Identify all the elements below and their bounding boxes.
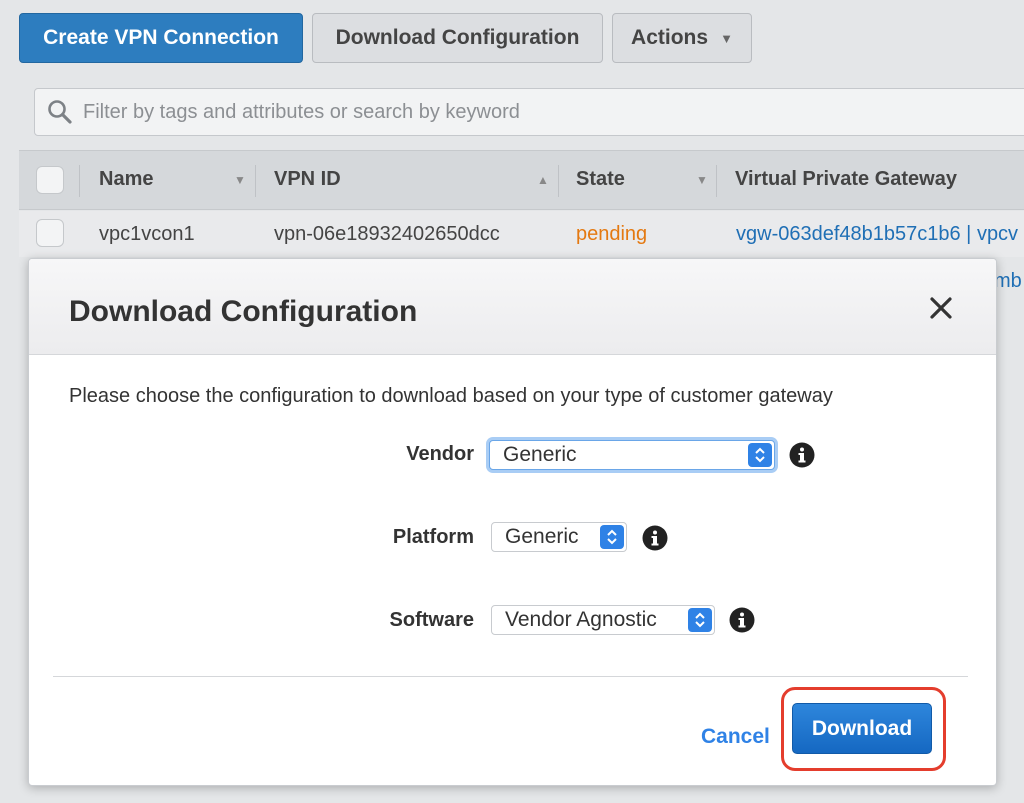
platform-select[interactable]: Generic [491, 522, 627, 552]
chevron-down-icon: ▼ [720, 30, 733, 46]
table-header: Name ▼ VPN ID ▲ State ▼ Virtual Private … [19, 150, 1024, 210]
stepper-icon [748, 443, 772, 467]
stepper-icon [600, 525, 624, 549]
column-divider [79, 165, 80, 197]
toolbar: Create VPN Connection Download Configura… [0, 0, 1024, 78]
dialog-header: Download Configuration [29, 259, 996, 355]
cell-name: vpc1vcon1 [99, 223, 195, 245]
software-select[interactable]: Vendor Agnostic [491, 605, 715, 635]
software-value: Vendor Agnostic [505, 608, 657, 631]
select-all-checkbox[interactable] [36, 166, 64, 194]
column-divider [716, 165, 717, 197]
column-header-state[interactable]: State [576, 168, 625, 191]
row-checkbox[interactable] [36, 219, 64, 247]
cell-vpn-id: vpn-06e18932402650dcc [274, 223, 500, 245]
info-icon[interactable] [642, 525, 668, 551]
cell-state: pending [576, 223, 648, 245]
column-header-vpn-id[interactable]: VPN ID [274, 168, 341, 191]
vendor-label: Vendor [406, 443, 474, 465]
sort-icon[interactable]: ▼ [696, 173, 708, 187]
info-icon[interactable] [729, 607, 755, 633]
cancel-button[interactable]: Cancel [701, 725, 770, 749]
cell-gateway-link[interactable]: vgw-063def48b1b57c1b6 | vpcv [736, 223, 1018, 246]
download-button[interactable]: Download [792, 703, 932, 754]
dialog-instruction: Please choose the configuration to downl… [69, 385, 833, 407]
column-divider [558, 165, 559, 197]
vendor-value: Generic [503, 443, 577, 466]
column-header-name[interactable]: Name [99, 168, 153, 191]
actions-label: Actions [631, 26, 709, 49]
info-icon[interactable] [789, 442, 815, 468]
dialog-footer-divider [53, 676, 968, 677]
platform-label: Platform [392, 526, 474, 548]
download-configuration-dialog: Download Configuration Please choose the… [28, 258, 997, 786]
search-bar[interactable]: Filter by tags and attributes or search … [34, 88, 1024, 136]
column-divider [255, 165, 256, 197]
sort-icon[interactable]: ▼ [234, 173, 246, 187]
search-placeholder: Filter by tags and attributes or search … [83, 100, 520, 123]
column-header-virtual-private-gateway[interactable]: Virtual Private Gateway [735, 168, 957, 191]
search-icon [48, 100, 72, 124]
create-vpn-connection-button[interactable]: Create VPN Connection [19, 13, 303, 63]
download-configuration-button[interactable]: Download Configuration [312, 13, 603, 63]
stepper-icon [688, 608, 712, 632]
software-label: Software [389, 609, 474, 631]
actions-button[interactable]: Actions ▼ [612, 13, 752, 63]
sort-icon[interactable]: ▲ [537, 173, 549, 187]
vendor-select[interactable]: Generic [489, 440, 775, 470]
table-row[interactable]: vpc1vcon1 vpn-06e18932402650dcc pending … [19, 211, 1024, 257]
close-icon[interactable] [929, 296, 953, 320]
platform-value: Generic [505, 525, 579, 548]
row-partial-text: mb [994, 270, 1022, 292]
dialog-title: Download Configuration [69, 295, 418, 328]
